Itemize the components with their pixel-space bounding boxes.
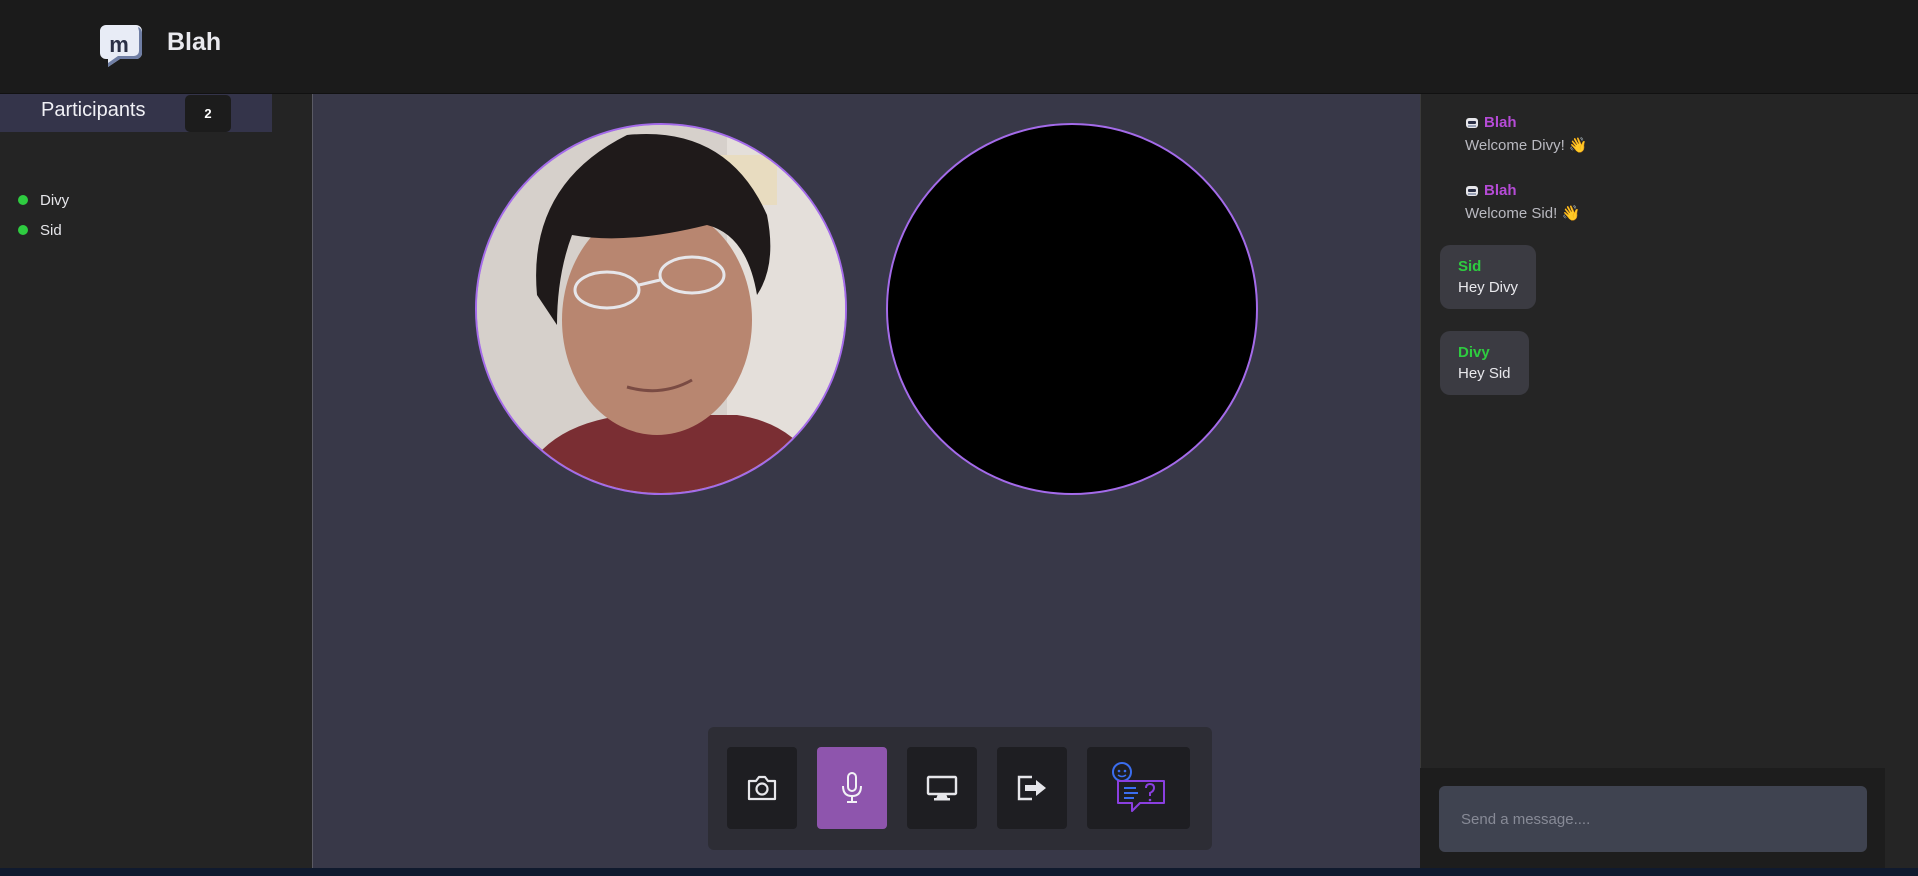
chat-help-icon xyxy=(1111,762,1165,812)
top-bar: m Blah xyxy=(0,0,1918,94)
participant-item[interactable]: Divy xyxy=(18,185,69,215)
message-input[interactable] xyxy=(1439,786,1867,852)
system-sender: Blah xyxy=(1484,114,1517,131)
monitor-icon xyxy=(926,775,958,801)
chat-message-bubble: Sid Hey Divy xyxy=(1440,245,1537,309)
chat-panel: Blah Welcome Divy! 👋 Blah Welcome Sid! 👋 xyxy=(1420,94,1918,868)
wave-emoji: 👋 xyxy=(1568,137,1588,154)
screen-share-button[interactable] xyxy=(907,747,977,829)
local-video-tile[interactable] xyxy=(475,123,847,495)
participants-title: Participants xyxy=(41,99,146,121)
robot-icon xyxy=(1466,117,1478,128)
participant-item[interactable]: Sid xyxy=(18,215,69,245)
system-message-text: Welcome Divy! xyxy=(1465,137,1565,154)
participant-name: Divy xyxy=(40,191,70,209)
message-text: Hey Divy xyxy=(1458,279,1519,296)
microphone-toggle-button[interactable] xyxy=(817,747,887,829)
online-status-icon xyxy=(18,195,28,205)
camera-toggle-button[interactable] xyxy=(727,747,797,829)
exit-icon xyxy=(1017,775,1046,801)
system-sender: Blah xyxy=(1484,182,1517,199)
message-sender: Divy xyxy=(1458,344,1490,361)
online-status-icon xyxy=(18,225,28,235)
participants-count-badge: 2 xyxy=(185,95,231,132)
bottom-edge xyxy=(0,868,1918,876)
participants-panel: Participants 2 Divy Sid xyxy=(0,94,313,868)
participants-header: Participants 2 xyxy=(0,94,272,132)
chat-toggle-button[interactable] xyxy=(1087,747,1190,829)
robot-icon xyxy=(1466,185,1478,196)
leave-call-button[interactable] xyxy=(997,747,1067,829)
participant-name: Sid xyxy=(40,221,62,239)
system-message: Blah Welcome Divy! 👋 xyxy=(1465,114,1588,154)
app-title: Blah xyxy=(167,28,222,56)
camera-feed-image xyxy=(477,125,845,493)
microphone-icon xyxy=(842,772,862,803)
svg-text:m: m xyxy=(109,32,129,57)
video-stage xyxy=(313,94,1420,868)
message-composer xyxy=(1420,768,1885,868)
camera-icon xyxy=(747,775,777,801)
system-message: Blah Welcome Sid! 👋 xyxy=(1465,182,1580,222)
message-sender: Sid xyxy=(1458,258,1482,275)
wave-emoji: 👋 xyxy=(1561,205,1581,222)
chat-message-bubble: Divy Hey Sid xyxy=(1440,331,1529,395)
remote-video-tile[interactable] xyxy=(886,123,1258,495)
system-message-text: Welcome Sid! xyxy=(1465,205,1558,222)
call-controls xyxy=(708,727,1212,850)
message-text: Hey Sid xyxy=(1458,365,1511,382)
participants-list: Divy Sid xyxy=(18,185,69,245)
app-logo-icon: m xyxy=(100,25,143,67)
